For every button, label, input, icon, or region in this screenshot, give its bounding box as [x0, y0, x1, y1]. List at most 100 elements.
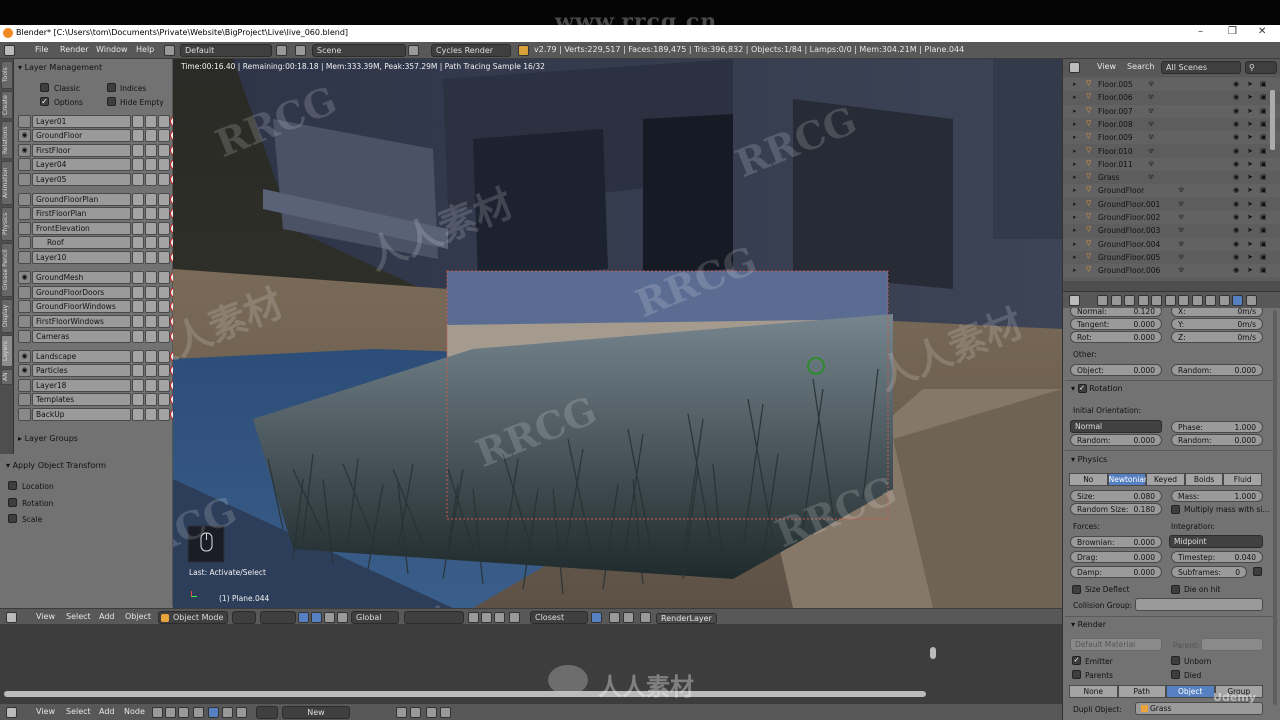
visibility-eye-icon[interactable]: ◉: [1233, 253, 1239, 261]
select-layer-icon[interactable]: [132, 393, 144, 406]
physics-type-keyed[interactable]: Keyed: [1146, 473, 1185, 486]
data-tab-icon[interactable]: [1191, 295, 1203, 306]
selectable-cursor-icon[interactable]: ➤: [1247, 200, 1253, 208]
outliner-item[interactable]: ▸ ▽ Floor.005 ☢ ◉ ➤ ▣: [1063, 78, 1280, 91]
wire-layer-icon[interactable]: [158, 379, 170, 392]
render-camera-icon[interactable]: ▣: [1260, 266, 1267, 274]
object-velocity-field[interactable]: Object: 0.000: [1070, 364, 1162, 376]
shader-target-select[interactable]: [256, 706, 278, 719]
outliner-item[interactable]: ▸ ▽ GroundFloor.005 ☢ ◉ ➤ ▣: [1063, 251, 1280, 264]
visibility-eye-icon[interactable]: ◉: [1233, 160, 1239, 168]
layer-row[interactable]: FrontElevation×: [18, 222, 181, 235]
tab-layers[interactable]: Layers: [1, 335, 13, 367]
manipulator-toggle-icon[interactable]: [298, 612, 309, 623]
layer-name[interactable]: GroundFloorPlan: [32, 193, 131, 206]
layer-name[interactable]: GroundFloor: [32, 129, 131, 142]
render-camera-icon[interactable]: ▣: [1260, 226, 1267, 234]
tangent-velocity-field[interactable]: Tangent: 0.000: [1070, 318, 1162, 330]
rotation-checkbox[interactable]: ✓: [1077, 384, 1087, 393]
integration-select[interactable]: Midpoint: [1169, 535, 1263, 548]
outliner-item[interactable]: ▸ ▽ GroundFloor.002 ☢ ◉ ➤ ▣: [1063, 211, 1280, 224]
select-layer-icon[interactable]: [132, 408, 144, 421]
wire-layer-icon[interactable]: [158, 330, 170, 343]
render-tab-icon[interactable]: [1097, 295, 1108, 306]
menu-help[interactable]: Help: [136, 45, 154, 54]
layer-row[interactable]: BackUp×: [18, 408, 181, 421]
wire-layer-icon[interactable]: [158, 408, 170, 421]
object-tab-icon[interactable]: [1151, 295, 1162, 306]
rot-velocity-field[interactable]: Rot: 0.000: [1070, 331, 1162, 343]
lock-layer-icon[interactable]: [145, 193, 157, 206]
wire-layer-icon[interactable]: [158, 129, 170, 142]
render-only-icon[interactable]: [481, 612, 492, 623]
wire-layer-icon[interactable]: [158, 364, 170, 377]
layer-name[interactable]: Layer04: [32, 158, 131, 171]
outliner-scrollbar[interactable]: [1270, 90, 1275, 150]
layer-row[interactable]: Cameras×: [18, 330, 181, 343]
outliner-item[interactable]: ▸ ▽ Grass ☢ ◉ ➤ ▣: [1063, 171, 1280, 184]
visible-eye-icon[interactable]: ◉: [18, 364, 31, 377]
lock-layer-icon[interactable]: [145, 393, 157, 406]
minimize-button[interactable]: –: [1198, 26, 1203, 37]
expand-arrow-icon[interactable]: ▸: [1073, 80, 1077, 88]
layer-name[interactable]: Cameras: [32, 330, 131, 343]
render-camera-icon[interactable]: ▣: [1260, 147, 1267, 155]
layer-row[interactable]: Layer18×: [18, 379, 181, 392]
expand-arrow-icon[interactable]: ▸: [1073, 120, 1077, 128]
editor-type-icon[interactable]: [4, 45, 15, 56]
lock-layer-icon[interactable]: [145, 364, 157, 377]
layer-buttons[interactable]: [404, 611, 464, 624]
select-layer-icon[interactable]: [132, 207, 144, 220]
menu-view[interactable]: View: [36, 707, 55, 716]
menu-window[interactable]: Window: [96, 45, 128, 54]
menu-file[interactable]: File: [35, 45, 48, 54]
visible-eye-icon[interactable]: ◉: [18, 129, 31, 142]
wire-layer-icon[interactable]: [158, 158, 170, 171]
lock-layer-icon[interactable]: [145, 350, 157, 363]
physics-type-fluid[interactable]: Fluid: [1223, 473, 1262, 486]
lock-layer-icon[interactable]: [145, 330, 157, 343]
wire-layer-icon[interactable]: [158, 350, 170, 363]
layer-row[interactable]: ◉GroundMesh×: [18, 271, 181, 284]
hidden-eye-icon[interactable]: [18, 173, 31, 186]
render-layer-icon[interactable]: [640, 612, 651, 623]
layer-name[interactable]: Landscape: [32, 350, 131, 363]
rotation-checkbox[interactable]: [8, 498, 17, 507]
visibility-eye-icon[interactable]: ◉: [1233, 80, 1239, 88]
expand-arrow-icon[interactable]: ▸: [1073, 266, 1077, 274]
outliner-item[interactable]: ▸ ▽ GroundFloor.006 ☢ ◉ ➤ ▣: [1063, 264, 1280, 278]
selectable-cursor-icon[interactable]: ➤: [1247, 240, 1253, 248]
render-camera-icon[interactable]: ▣: [1260, 107, 1267, 115]
tab-animation[interactable]: Animation: [1, 161, 13, 205]
render-camera-icon[interactable]: ▣: [1260, 213, 1267, 221]
outliner-item[interactable]: ▸ ▽ Floor.006 ☢ ◉ ➤ ▣: [1063, 91, 1280, 104]
outliner-item[interactable]: ▸ ▽ GroundFloor.004 ☢ ◉ ➤ ▣: [1063, 237, 1280, 251]
material-tab-icon[interactable]: [1205, 295, 1216, 306]
hidden-eye-icon[interactable]: [18, 330, 31, 343]
pivot-select[interactable]: [260, 611, 296, 624]
scene-select[interactable]: Scene: [312, 44, 406, 57]
hidden-eye-icon[interactable]: [18, 222, 31, 235]
physics-type-no[interactable]: No: [1069, 473, 1108, 486]
layer-name[interactable]: BackUp: [32, 408, 131, 421]
render-anim-icon[interactable]: [623, 612, 634, 623]
close-button[interactable]: ✕: [1258, 26, 1266, 37]
selectable-cursor-icon[interactable]: ➤: [1247, 160, 1253, 168]
hidden-eye-icon[interactable]: [18, 236, 31, 249]
tab-tools[interactable]: Tools: [1, 61, 13, 89]
3d-viewport[interactable]: Time:00:16.40 | Remaining:00:18.18 | Mem…: [173, 59, 1062, 608]
outliner-item[interactable]: ▸ ▽ GroundFloor ☢ ◉ ➤ ▣: [1063, 184, 1280, 198]
parents-checkbox[interactable]: [1072, 670, 1081, 679]
select-layer-icon[interactable]: [132, 315, 144, 328]
lock-layer-icon[interactable]: [145, 222, 157, 235]
lock-layer-icon[interactable]: [145, 315, 157, 328]
tab-grease-pencil[interactable]: Grease Pencil: [1, 243, 13, 297]
material-select[interactable]: Default Material: [1070, 638, 1162, 651]
layer-name[interactable]: Roof: [32, 236, 131, 249]
layer-row[interactable]: Layer05×: [18, 173, 181, 186]
layer-row[interactable]: Layer01×: [18, 115, 181, 128]
selectable-cursor-icon[interactable]: ➤: [1247, 107, 1253, 115]
physics-section-header[interactable]: ▾ Physics: [1071, 455, 1107, 464]
die-on-hit-checkbox[interactable]: [1171, 585, 1180, 594]
render-camera-icon[interactable]: ▣: [1260, 200, 1267, 208]
